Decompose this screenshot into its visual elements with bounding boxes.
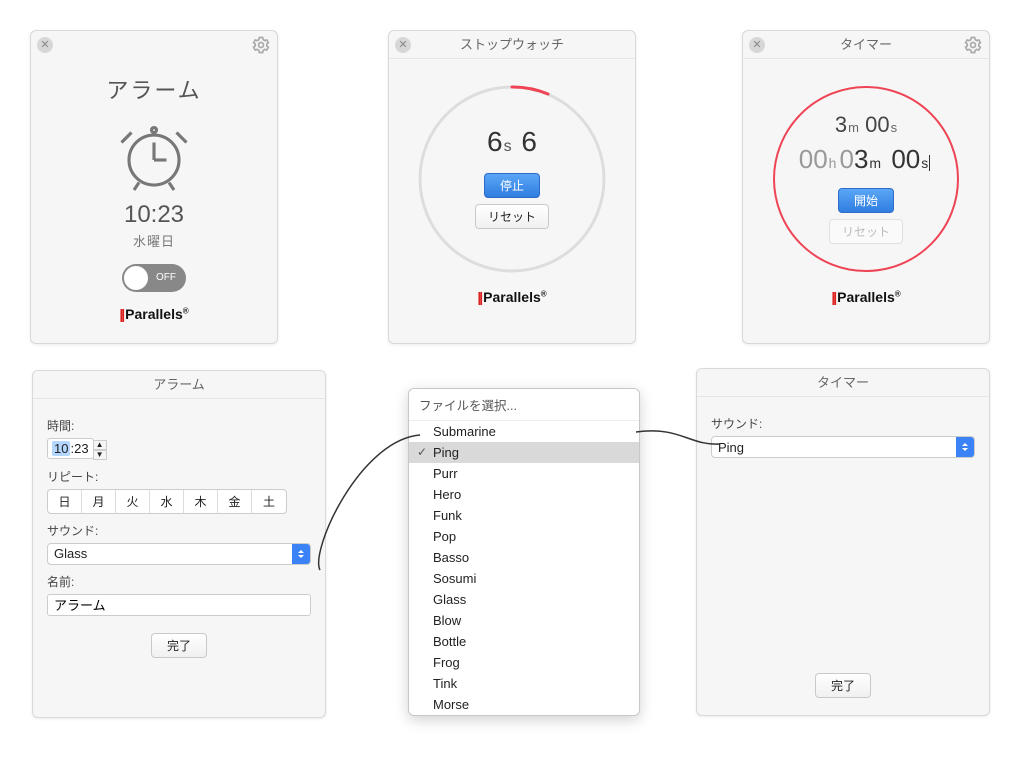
toggle-knob-icon	[124, 266, 148, 290]
stop-button[interactable]: 停止	[484, 173, 540, 198]
done-button[interactable]: 完了	[151, 633, 207, 658]
updown-caret-icon	[956, 437, 974, 457]
day-button[interactable]: 水	[150, 490, 184, 513]
sound-option[interactable]: Pop	[409, 526, 639, 547]
alarm-widget: ✕ アラーム 10:23 水曜日 OFF ||Parallels®	[30, 30, 278, 344]
alarm-day: 水曜日	[45, 231, 263, 250]
day-button[interactable]: 月	[82, 490, 116, 513]
timer-sound-select[interactable]: Ping	[711, 436, 975, 458]
popup-title[interactable]: ファイルを選択...	[409, 389, 639, 421]
stopwatch-elapsed: 6s 6	[487, 126, 537, 158]
brand-label: ||Parallels®	[45, 306, 263, 322]
reset-button: リセット	[829, 219, 903, 244]
reset-button[interactable]: リセット	[475, 204, 549, 229]
day-button[interactable]: 土	[252, 490, 286, 513]
chevron-up-icon[interactable]: ▲	[93, 440, 107, 450]
updown-caret-icon	[292, 544, 310, 564]
close-icon[interactable]: ✕	[395, 37, 411, 53]
done-button[interactable]: 完了	[815, 673, 871, 698]
alarm-title: アラーム	[45, 73, 263, 105]
timer-dial: 3m 00s 00h03m 00s 開始 リセット	[766, 79, 966, 279]
close-icon[interactable]: ✕	[37, 37, 53, 53]
sound-option[interactable]: Sosumi	[409, 568, 639, 589]
sound-label: サウンド:	[47, 522, 311, 539]
stopwatch-header: ✕ ストップウォッチ	[389, 31, 635, 59]
day-button[interactable]: 金	[218, 490, 252, 513]
day-button[interactable]: 木	[184, 490, 218, 513]
day-button[interactable]: 火	[116, 490, 150, 513]
brand-label: ||Parallels®	[757, 289, 975, 305]
alarm-time: 10:23	[45, 201, 263, 229]
stopwatch-widget: ✕ ストップウォッチ 6s 6 停止 リセット ||Parallels®	[388, 30, 636, 344]
timer-sound-value: Ping	[718, 440, 744, 455]
alarm-widget-header: ✕	[31, 31, 277, 59]
alarm-name-input[interactable]	[47, 594, 311, 616]
sound-option[interactable]: Funk	[409, 505, 639, 526]
start-button[interactable]: 開始	[838, 188, 894, 213]
sound-option[interactable]: Bottle	[409, 631, 639, 652]
sound-option[interactable]: Glass	[409, 589, 639, 610]
sound-option[interactable]: Hero	[409, 484, 639, 505]
day-button[interactable]: 日	[48, 490, 82, 513]
alarm-sound-value: Glass	[54, 546, 87, 561]
timer-settings-title: タイマー	[817, 375, 869, 390]
chevron-down-icon[interactable]: ▼	[93, 450, 107, 460]
brand-label: ||Parallels®	[403, 289, 621, 305]
alarm-toggle[interactable]: OFF	[122, 264, 186, 292]
toggle-label: OFF	[156, 272, 176, 283]
sound-option[interactable]: Ping	[409, 442, 639, 463]
stopwatch-title: ストップウォッチ	[460, 37, 564, 52]
timer-title: タイマー	[840, 37, 892, 52]
gear-icon[interactable]	[251, 35, 271, 55]
alarm-clock-icon	[114, 115, 194, 195]
sound-option[interactable]: Tink	[409, 673, 639, 694]
alarm-settings-panel: アラーム 時間: 10:23 ▲▼ リピート: 日 月 火 水 木 金 土 サウ…	[32, 370, 326, 718]
sound-option[interactable]: Morse	[409, 694, 639, 715]
repeat-label: リピート:	[47, 468, 311, 485]
stopwatch-dial: 6s 6 停止 リセット	[412, 79, 612, 279]
timer-settings-header: タイマー	[697, 369, 989, 397]
timer-settings-panel: タイマー サウンド: Ping 完了	[696, 368, 990, 716]
sound-option[interactable]: Submarine	[409, 421, 639, 442]
repeat-day-row: 日 月 火 水 木 金 土	[47, 489, 287, 514]
sound-option[interactable]: Frog	[409, 652, 639, 673]
sound-option[interactable]: Purr	[409, 463, 639, 484]
alarm-settings-header: アラーム	[33, 371, 325, 399]
timer-widget: ✕ タイマー 3m 00s 00h03m 00s 開始 リセット	[742, 30, 990, 344]
time-stepper[interactable]: ▲▼	[93, 440, 107, 460]
timer-display: 3m 00s	[835, 112, 897, 138]
sound-option[interactable]: Basso	[409, 547, 639, 568]
close-icon[interactable]: ✕	[749, 37, 765, 53]
time-input[interactable]: 10:23	[47, 438, 94, 459]
alarm-settings-title: アラーム	[153, 377, 205, 392]
sound-option[interactable]: Blow	[409, 610, 639, 631]
alarm-sound-select[interactable]: Glass	[47, 543, 311, 565]
timer-edit-field[interactable]: 00h03m 00s	[799, 144, 933, 175]
sound-label: サウンド:	[711, 415, 975, 432]
name-label: 名前:	[47, 573, 311, 590]
gear-icon[interactable]	[963, 35, 983, 55]
timer-header: ✕ タイマー	[743, 31, 989, 59]
time-label: 時間:	[47, 417, 311, 434]
sound-popup: ファイルを選択... SubmarinePingPurrHeroFunkPopB…	[408, 388, 640, 716]
